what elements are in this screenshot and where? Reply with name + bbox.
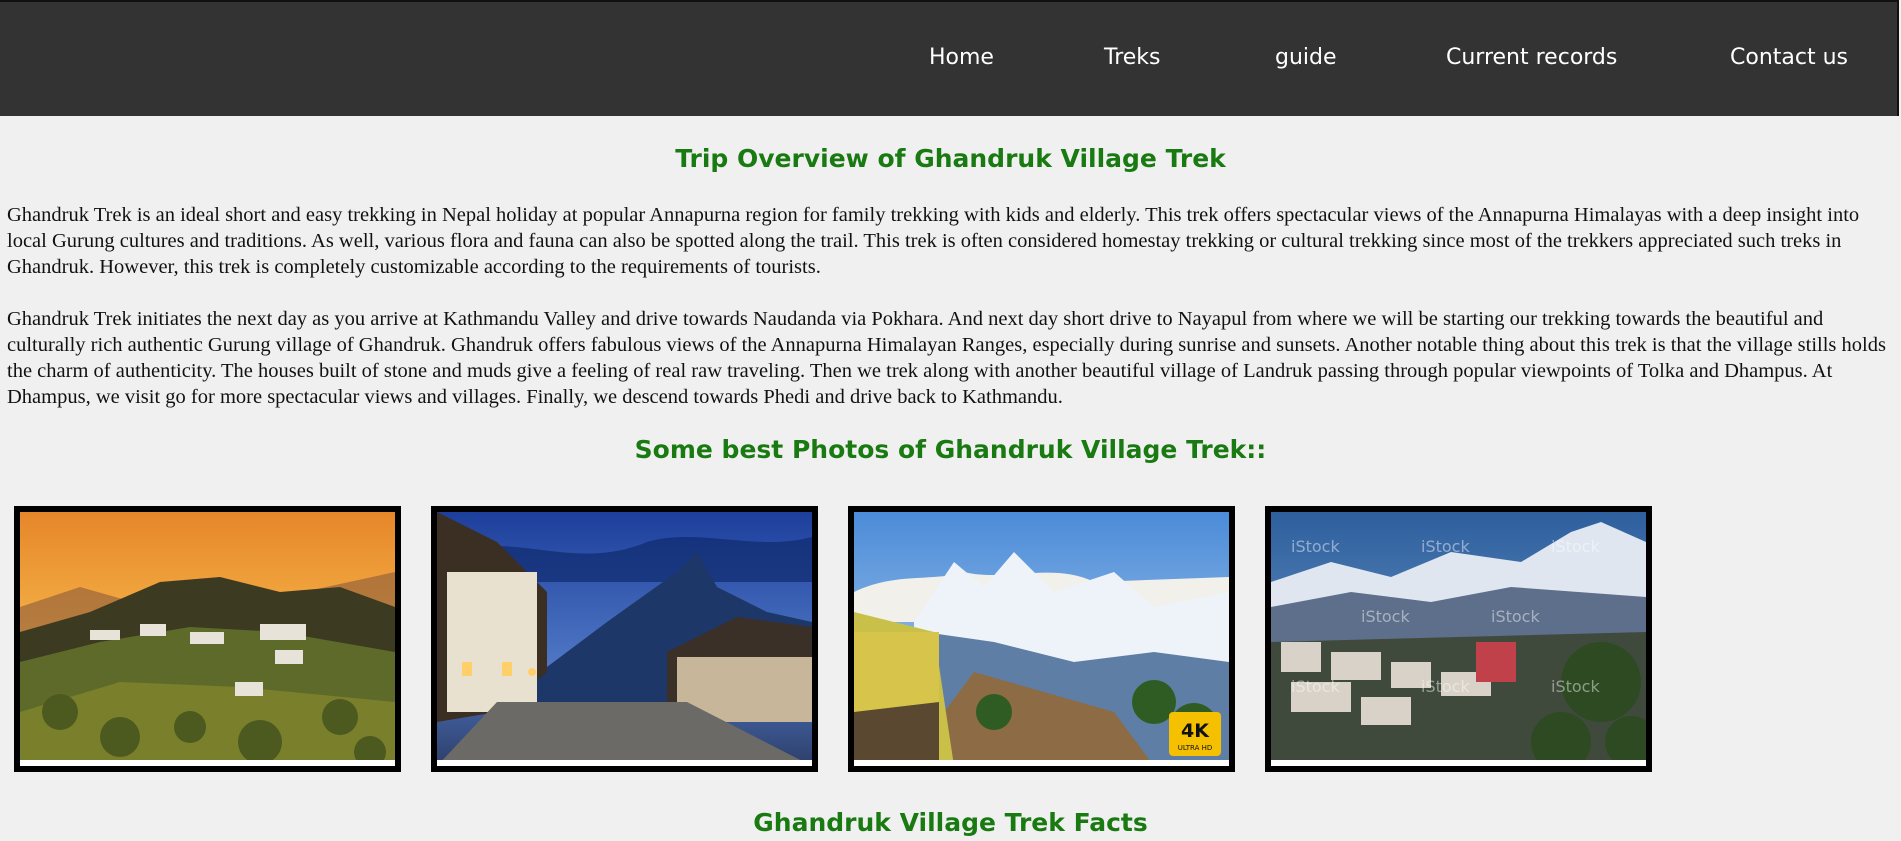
photos-heading: Some best Photos of Ghandruk Village Tre… <box>634 435 1267 464</box>
annapurna-view-image: 4K ULTRA HD <box>854 512 1229 766</box>
village-sunset-image <box>20 512 395 766</box>
photo-village-sunset[interactable] <box>14 506 401 772</box>
trip-overview-heading: Trip Overview of Ghandruk Village Trek <box>675 144 1226 173</box>
svg-text:iStock: iStock <box>1291 537 1340 556</box>
svg-text:iStock: iStock <box>1421 677 1470 696</box>
photo-caption-strip <box>437 760 812 766</box>
village-mountain-stock-image: iStock iStock iStock iStock iStock iStoc… <box>1271 512 1646 766</box>
nav-contact-us-link[interactable]: Contact us <box>1730 45 1848 70</box>
overview-paragraph-1: Ghandruk Trek is an ideal short and easy… <box>7 204 1860 278</box>
nav-current-records-link[interactable]: Current records <box>1446 45 1617 70</box>
overview-paragraph-2: Ghandruk Trek initiates the next day as … <box>7 308 1886 408</box>
nav-guide-link[interactable]: guide <box>1275 45 1337 70</box>
photo-stone-path-night[interactable] <box>431 506 818 772</box>
svg-text:iStock: iStock <box>1361 607 1410 626</box>
svg-text:4K: 4K <box>1181 720 1210 742</box>
trek-facts-heading: Ghandruk Village Trek Facts <box>753 808 1148 837</box>
svg-text:ULTRA HD: ULTRA HD <box>1178 744 1213 752</box>
photo-caption-strip <box>20 760 395 766</box>
svg-text:iStock: iStock <box>1421 537 1470 556</box>
top-navbar: Home Treks guide Current records Contact… <box>0 0 1899 116</box>
photo-caption-strip <box>1271 760 1646 766</box>
stone-path-night-image <box>437 512 812 766</box>
svg-text:iStock: iStock <box>1291 677 1340 696</box>
svg-text:iStock: iStock <box>1551 677 1600 696</box>
nav-treks-link[interactable]: Treks <box>1104 45 1161 70</box>
svg-text:iStock: iStock <box>1551 537 1600 556</box>
nav-home-link[interactable]: Home <box>929 45 994 70</box>
photo-annapurna-view[interactable]: 4K ULTRA HD <box>848 506 1235 772</box>
svg-text:iStock: iStock <box>1491 607 1540 626</box>
photo-caption-strip <box>854 760 1229 766</box>
photo-village-mountain[interactable]: iStock iStock iStock iStock iStock iStoc… <box>1265 506 1652 772</box>
